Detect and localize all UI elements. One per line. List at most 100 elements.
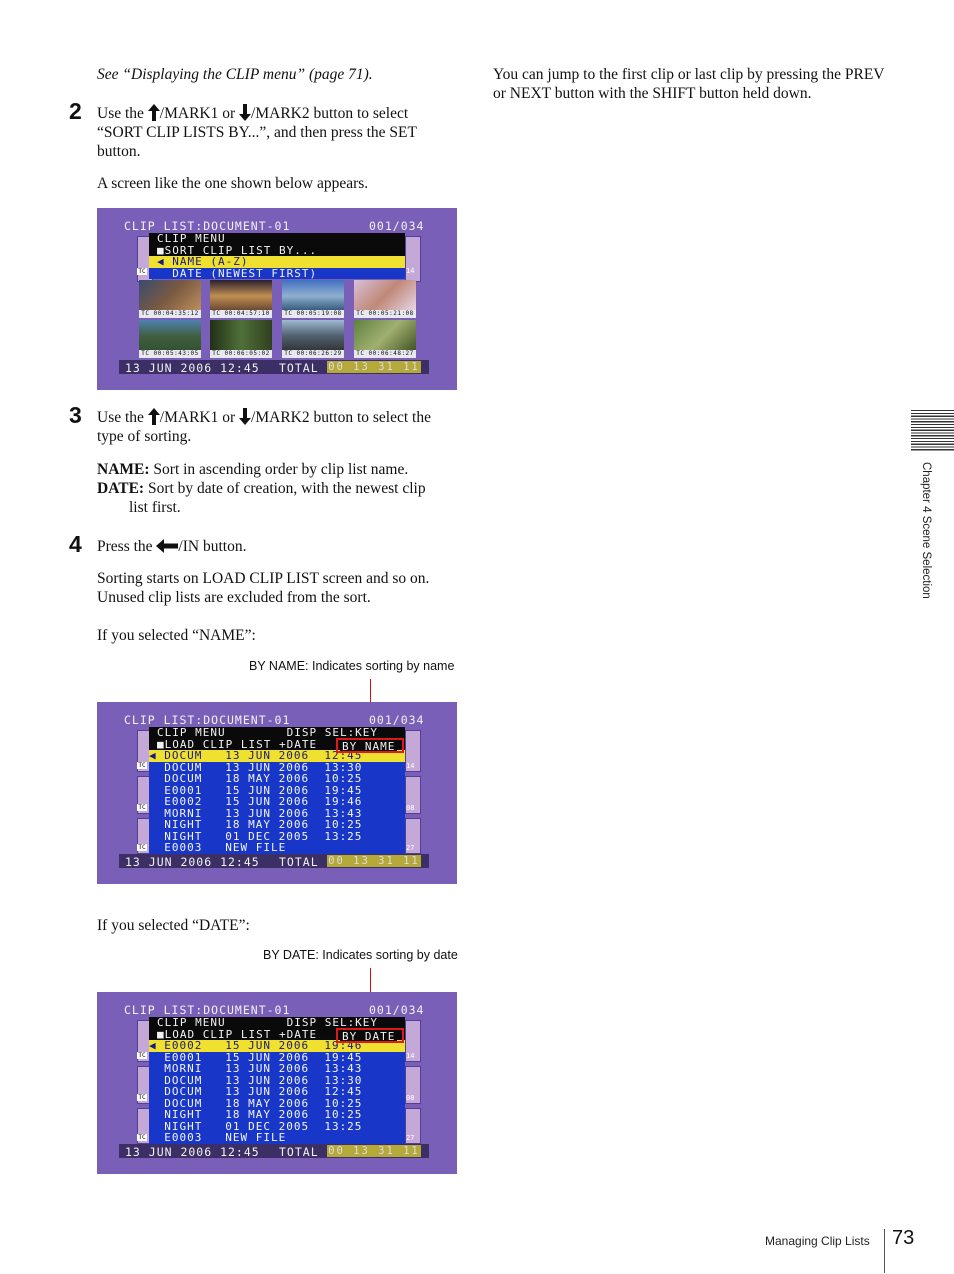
- name-term: NAME:: [97, 461, 150, 478]
- tc-tag: TC: [137, 804, 147, 811]
- step-4-pre: Press the: [97, 538, 157, 555]
- left-arrow-icon: [156, 539, 179, 553]
- date-desc-cont: list first.: [129, 499, 181, 516]
- thumbnail-timecode: TC 00:05:43:05: [139, 350, 201, 358]
- step-3-post: /MARK2 button to select the: [251, 409, 431, 426]
- tc-tag: TC: [137, 762, 147, 769]
- step-3-mid: /MARK1 or: [159, 409, 240, 426]
- list-item[interactable]: E0003 NEW FILE: [149, 1132, 405, 1144]
- clip-thumbnail[interactable]: [210, 320, 272, 352]
- step-2-line2: “SORT CLIP LISTS BY...”, and then press …: [97, 124, 417, 141]
- total-value: 00 13 31 11: [327, 1145, 421, 1157]
- date-term: DATE:: [97, 480, 145, 497]
- total-value: 00 13 31 11: [327, 855, 421, 867]
- step-4-number: 4: [69, 531, 82, 557]
- callout-highlight-box: [336, 738, 404, 753]
- clip-thumbnail[interactable]: [210, 280, 272, 312]
- thumbnail-timecode: TC 00:06:48:27: [354, 350, 416, 358]
- step-4-para-line2: Unused clip lists are excluded from the …: [97, 589, 371, 606]
- callout-highlight-box: [336, 1028, 404, 1043]
- menu-option-name[interactable]: ◀ NAME (A-Z): [149, 256, 405, 268]
- step-2-pre: Use the: [97, 105, 148, 122]
- clip-thumbnail[interactable]: [282, 320, 344, 352]
- screen-date: 13 JUN 2006 12:45: [125, 1145, 260, 1159]
- intro-reference: See “Displaying the CLIP menu” (page 71)…: [97, 66, 373, 83]
- step-4-paragraph: Sorting starts on LOAD CLIP LIST screen …: [97, 569, 467, 607]
- if-name-label: If you selected “NAME”:: [97, 627, 256, 644]
- footer-divider: [884, 1229, 885, 1273]
- list-item[interactable]: NIGHT 18 MAY 2006 10:25: [149, 819, 405, 831]
- screen-sorted-by-name: CLIP LIST:DOCUMENT-01 001/034 TC TC TC 1…: [97, 702, 457, 884]
- side-number: 08: [406, 804, 415, 812]
- thumbnail-timecode: TC 00:06:05:02: [210, 350, 272, 358]
- by-date-callout: BY DATE: Indicates sorting by date: [263, 948, 458, 962]
- tc-tag: TC: [137, 844, 147, 851]
- step-3-text: Use the /MARK1 or /MARK2 button to selec…: [97, 408, 467, 446]
- thumbnail-timecode: TC 00:05:21:08: [354, 310, 416, 318]
- list-item[interactable]: DOCUM 13 JUN 2006 12:45: [149, 1086, 405, 1098]
- sort-menu-panel: CLIP MENU ■SORT CLIP LIST BY... ◀ NAME (…: [149, 233, 405, 279]
- total-label: TOTAL: [279, 361, 319, 375]
- page-number: 73: [892, 1227, 915, 1249]
- side-number: 14: [406, 1052, 415, 1060]
- tc-tag: TC: [137, 1052, 147, 1059]
- step-3-pre: Use the: [97, 409, 148, 426]
- thumbnail-timecode: TC 00:04:57:10: [210, 310, 272, 318]
- list-item[interactable]: E0003 NEW FILE: [149, 842, 405, 854]
- screen-date: 13 JUN 2006 12:45: [125, 855, 260, 869]
- step-4-para-line1: Sorting starts on LOAD CLIP LIST screen …: [97, 570, 430, 587]
- side-number: 14: [406, 762, 415, 770]
- by-name-callout: BY NAME: Indicates sorting by name: [249, 659, 455, 673]
- clip-thumbnail[interactable]: [139, 280, 201, 312]
- screen-title: CLIP LIST:DOCUMENT-01: [124, 713, 291, 727]
- total-label: TOTAL: [279, 855, 319, 869]
- menu-option-date[interactable]: DATE (NEWEST FIRST): [149, 267, 405, 279]
- up-arrow-icon: [147, 408, 160, 425]
- clip-strip: [405, 236, 421, 282]
- total-label: TOTAL: [279, 1145, 319, 1159]
- down-arrow-icon: [239, 408, 252, 425]
- step-3-line2: type of sorting.: [97, 428, 192, 445]
- thumbnail-timecode: TC 00:05:19:08: [282, 310, 344, 318]
- screen-sorted-by-date: CLIP LIST:DOCUMENT-01 001/034 TC TC TC 1…: [97, 992, 457, 1174]
- chapter-label: Chapter 4 Scene Selection: [920, 462, 932, 599]
- tc-tag: TC: [137, 1134, 147, 1141]
- list-item[interactable]: NIGHT 18 MAY 2006 10:25: [149, 1109, 405, 1121]
- date-desc: Sort by date of creation, with the newes…: [144, 480, 426, 497]
- clip-thumbnail[interactable]: [354, 320, 416, 352]
- step-2-note: A screen like the one shown below appear…: [97, 175, 369, 192]
- name-desc: Sort in ascending order by clip list nam…: [149, 461, 409, 478]
- step-4-post: /IN button.: [178, 538, 247, 555]
- tc-tag: TC: [137, 1094, 147, 1101]
- list-item[interactable]: DOCUM 18 MAY 2006 10:25: [149, 773, 405, 785]
- side-number: 27: [406, 1134, 415, 1142]
- step-2-text: Use the /MARK1 or /MARK2 button to selec…: [97, 104, 467, 161]
- screen-counter: 001/034: [369, 1003, 425, 1017]
- menu-title: CLIP MENU: [157, 232, 226, 245]
- screen-date: 13 JUN 2006 12:45: [125, 361, 260, 375]
- thumbnail-timecode: TC 00:04:35:12: [139, 310, 201, 318]
- screen-title: CLIP LIST:DOCUMENT-01: [124, 219, 291, 233]
- step-2-number: 2: [69, 98, 82, 124]
- clip-thumbnail[interactable]: [282, 280, 344, 312]
- clip-thumbnail[interactable]: [354, 280, 416, 312]
- footer-section: Managing Clip Lists: [765, 1234, 870, 1248]
- sort-name-definition: NAME: Sort in ascending order by clip li…: [97, 460, 467, 479]
- total-value: 00 13 31 11: [327, 361, 421, 373]
- screen-counter: 001/034: [369, 713, 425, 727]
- step-3-number: 3: [69, 402, 82, 428]
- side-number: 27: [406, 844, 415, 852]
- screen-sort-menu: CLIP LIST:DOCUMENT-01 001/034 TC 14 CLIP…: [97, 208, 457, 390]
- list-header-1: CLIP MENU DISP SEL:KEY: [149, 1017, 405, 1029]
- side-number: 08: [406, 1094, 415, 1102]
- step-2-mid: /MARK1 or: [159, 105, 240, 122]
- screen-title: CLIP LIST:DOCUMENT-01: [124, 1003, 291, 1017]
- up-arrow-icon: [147, 104, 160, 121]
- clip-thumbnail[interactable]: [139, 320, 201, 352]
- tc-tag: TC: [137, 268, 147, 275]
- right-column-text: You can jump to the first clip or last c…: [493, 66, 885, 102]
- list-item[interactable]: E0002 15 JUN 2006 19:46: [149, 796, 405, 808]
- sort-date-definition: DATE: Sort by date of creation, with the…: [97, 479, 467, 517]
- list-item[interactable]: MORNI 13 JUN 2006 13:43: [149, 1063, 405, 1075]
- thumbnail-timecode: TC 00:06:26:29: [282, 350, 344, 358]
